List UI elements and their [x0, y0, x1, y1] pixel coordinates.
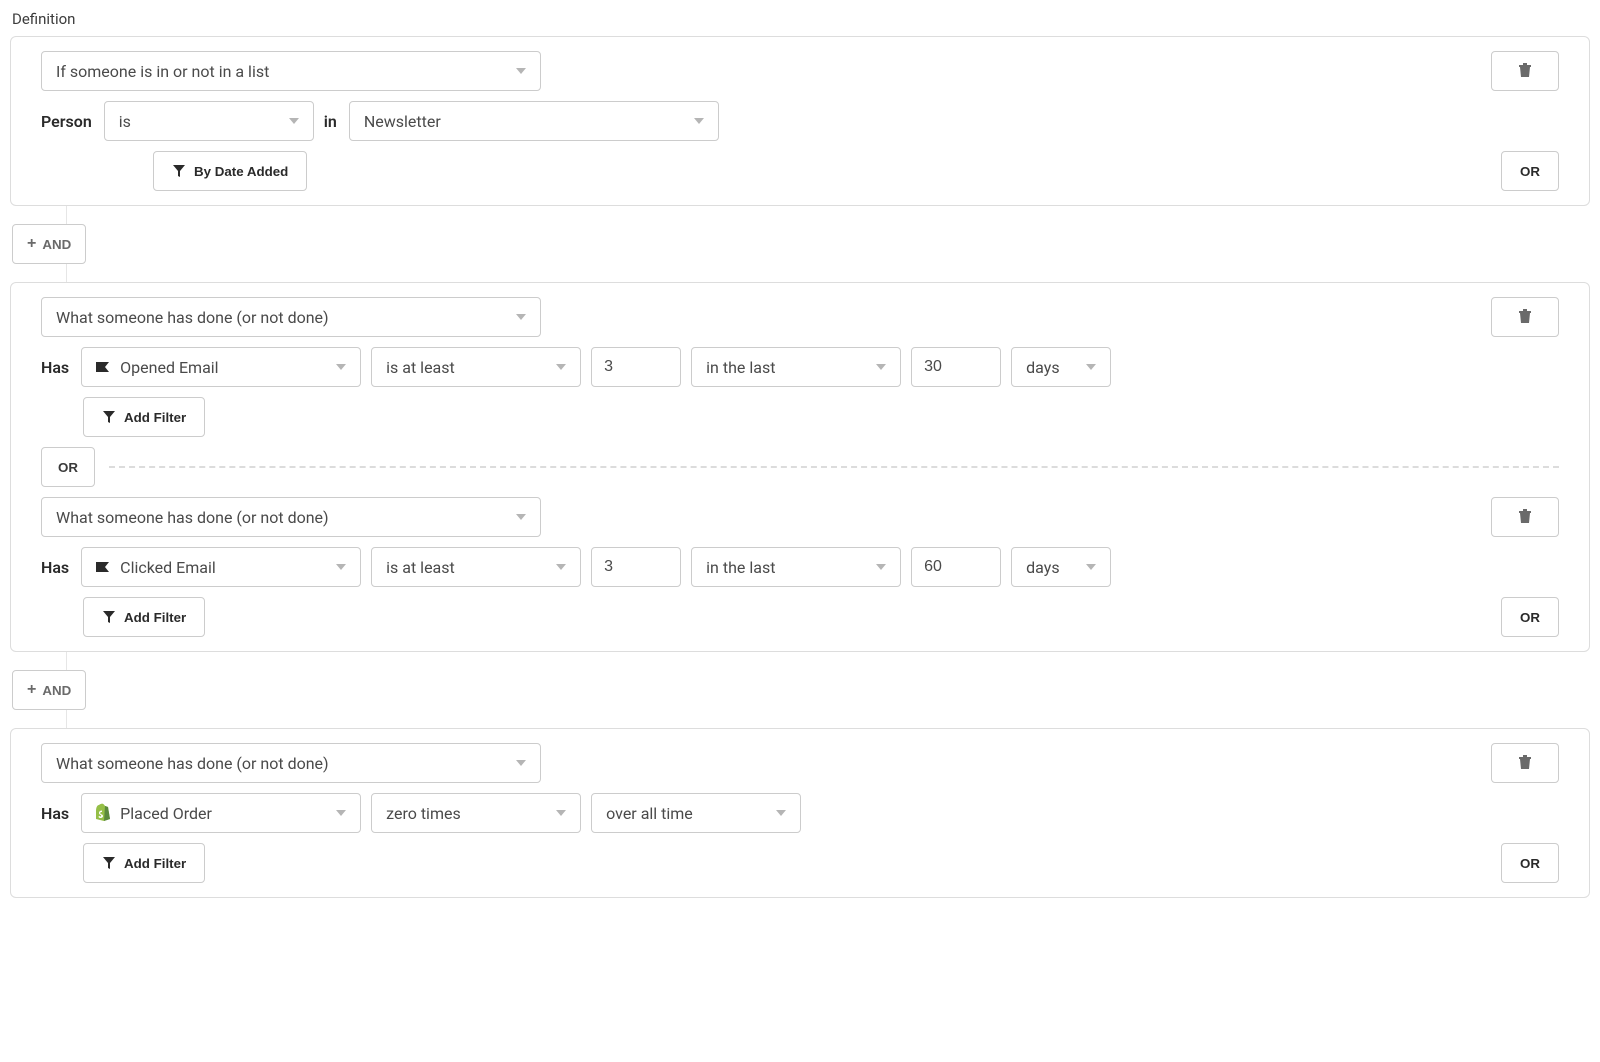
- chevron-down-icon: [336, 364, 346, 370]
- shopify-icon: [92, 802, 114, 824]
- filter-icon: [102, 856, 116, 870]
- has-label: Has: [41, 358, 69, 377]
- chevron-down-icon: [516, 514, 526, 520]
- timeframe-select[interactable]: in the last: [691, 547, 901, 587]
- chevron-down-icon: [776, 810, 786, 816]
- chevron-down-icon: [516, 760, 526, 766]
- chevron-down-icon: [556, 810, 566, 816]
- and-connector: + AND: [10, 652, 1590, 728]
- metric-select[interactable]: Clicked Email: [81, 547, 361, 587]
- chevron-down-icon: [336, 564, 346, 570]
- and-connector: + AND: [10, 206, 1590, 282]
- comparator-select[interactable]: is at least: [371, 347, 581, 387]
- add-filter-button[interactable]: Add Filter: [83, 843, 205, 883]
- person-label: Person: [41, 112, 92, 131]
- condition-type-select[interactable]: What someone has done (or not done): [41, 743, 541, 783]
- definition-header: Definition: [12, 10, 1590, 28]
- time-unit-select[interactable]: days: [1011, 347, 1111, 387]
- chevron-down-icon: [1086, 364, 1096, 370]
- condition-type-select[interactable]: What someone has done (or not done): [41, 497, 541, 537]
- chevron-down-icon: [556, 364, 566, 370]
- has-label: Has: [41, 804, 69, 823]
- filter-icon: [102, 410, 116, 424]
- chevron-down-icon: [516, 68, 526, 74]
- timeframe-select[interactable]: in the last: [691, 347, 901, 387]
- count-input[interactable]: [591, 547, 681, 587]
- list-name-select[interactable]: Newsletter: [349, 101, 719, 141]
- condition-group-2: What someone has done (or not done) Has …: [10, 282, 1590, 652]
- by-date-added-button[interactable]: By Date Added: [153, 151, 307, 191]
- klaviyo-icon: [92, 356, 114, 378]
- and-button[interactable]: + AND: [12, 670, 86, 710]
- has-label: Has: [41, 558, 69, 577]
- or-button[interactable]: OR: [1501, 597, 1559, 637]
- chevron-down-icon: [289, 118, 299, 124]
- chevron-down-icon: [1086, 564, 1096, 570]
- in-label: in: [324, 112, 337, 131]
- chevron-down-icon: [556, 564, 566, 570]
- add-filter-button[interactable]: Add Filter: [83, 597, 205, 637]
- chevron-down-icon: [876, 564, 886, 570]
- condition-type-select[interactable]: If someone is in or not in a list: [41, 51, 541, 91]
- count-input[interactable]: [591, 347, 681, 387]
- person-operator-select[interactable]: is: [104, 101, 314, 141]
- condition-type-select[interactable]: What someone has done (or not done): [41, 297, 541, 337]
- and-button[interactable]: + AND: [12, 224, 86, 264]
- filter-icon: [102, 610, 116, 624]
- condition-type-label: If someone is in or not in a list: [56, 62, 269, 81]
- or-button[interactable]: OR: [1501, 151, 1559, 191]
- comparator-select[interactable]: zero times: [371, 793, 581, 833]
- condition-group-3: What someone has done (or not done) Has …: [10, 728, 1590, 898]
- chevron-down-icon: [694, 118, 704, 124]
- or-separator: OR: [41, 447, 1559, 487]
- filter-icon: [172, 164, 186, 178]
- add-filter-button[interactable]: Add Filter: [83, 397, 205, 437]
- timeframe-select[interactable]: over all time: [591, 793, 801, 833]
- time-unit-select[interactable]: days: [1011, 547, 1111, 587]
- by-date-added-label: By Date Added: [194, 164, 288, 179]
- metric-select[interactable]: Opened Email: [81, 347, 361, 387]
- chevron-down-icon: [516, 314, 526, 320]
- time-value-input[interactable]: [911, 547, 1001, 587]
- chevron-down-icon: [876, 364, 886, 370]
- klaviyo-icon: [92, 556, 114, 578]
- or-button-inline[interactable]: OR: [41, 447, 95, 487]
- condition-group-1: If someone is in or not in a list Person…: [10, 36, 1590, 206]
- chevron-down-icon: [336, 810, 346, 816]
- comparator-select[interactable]: is at least: [371, 547, 581, 587]
- person-operator-value: is: [119, 112, 131, 131]
- plus-icon: +: [27, 235, 36, 253]
- metric-select[interactable]: Placed Order: [81, 793, 361, 833]
- time-value-input[interactable]: [911, 347, 1001, 387]
- list-name-value: Newsletter: [364, 112, 441, 131]
- or-button[interactable]: OR: [1501, 843, 1559, 883]
- plus-icon: +: [27, 681, 36, 699]
